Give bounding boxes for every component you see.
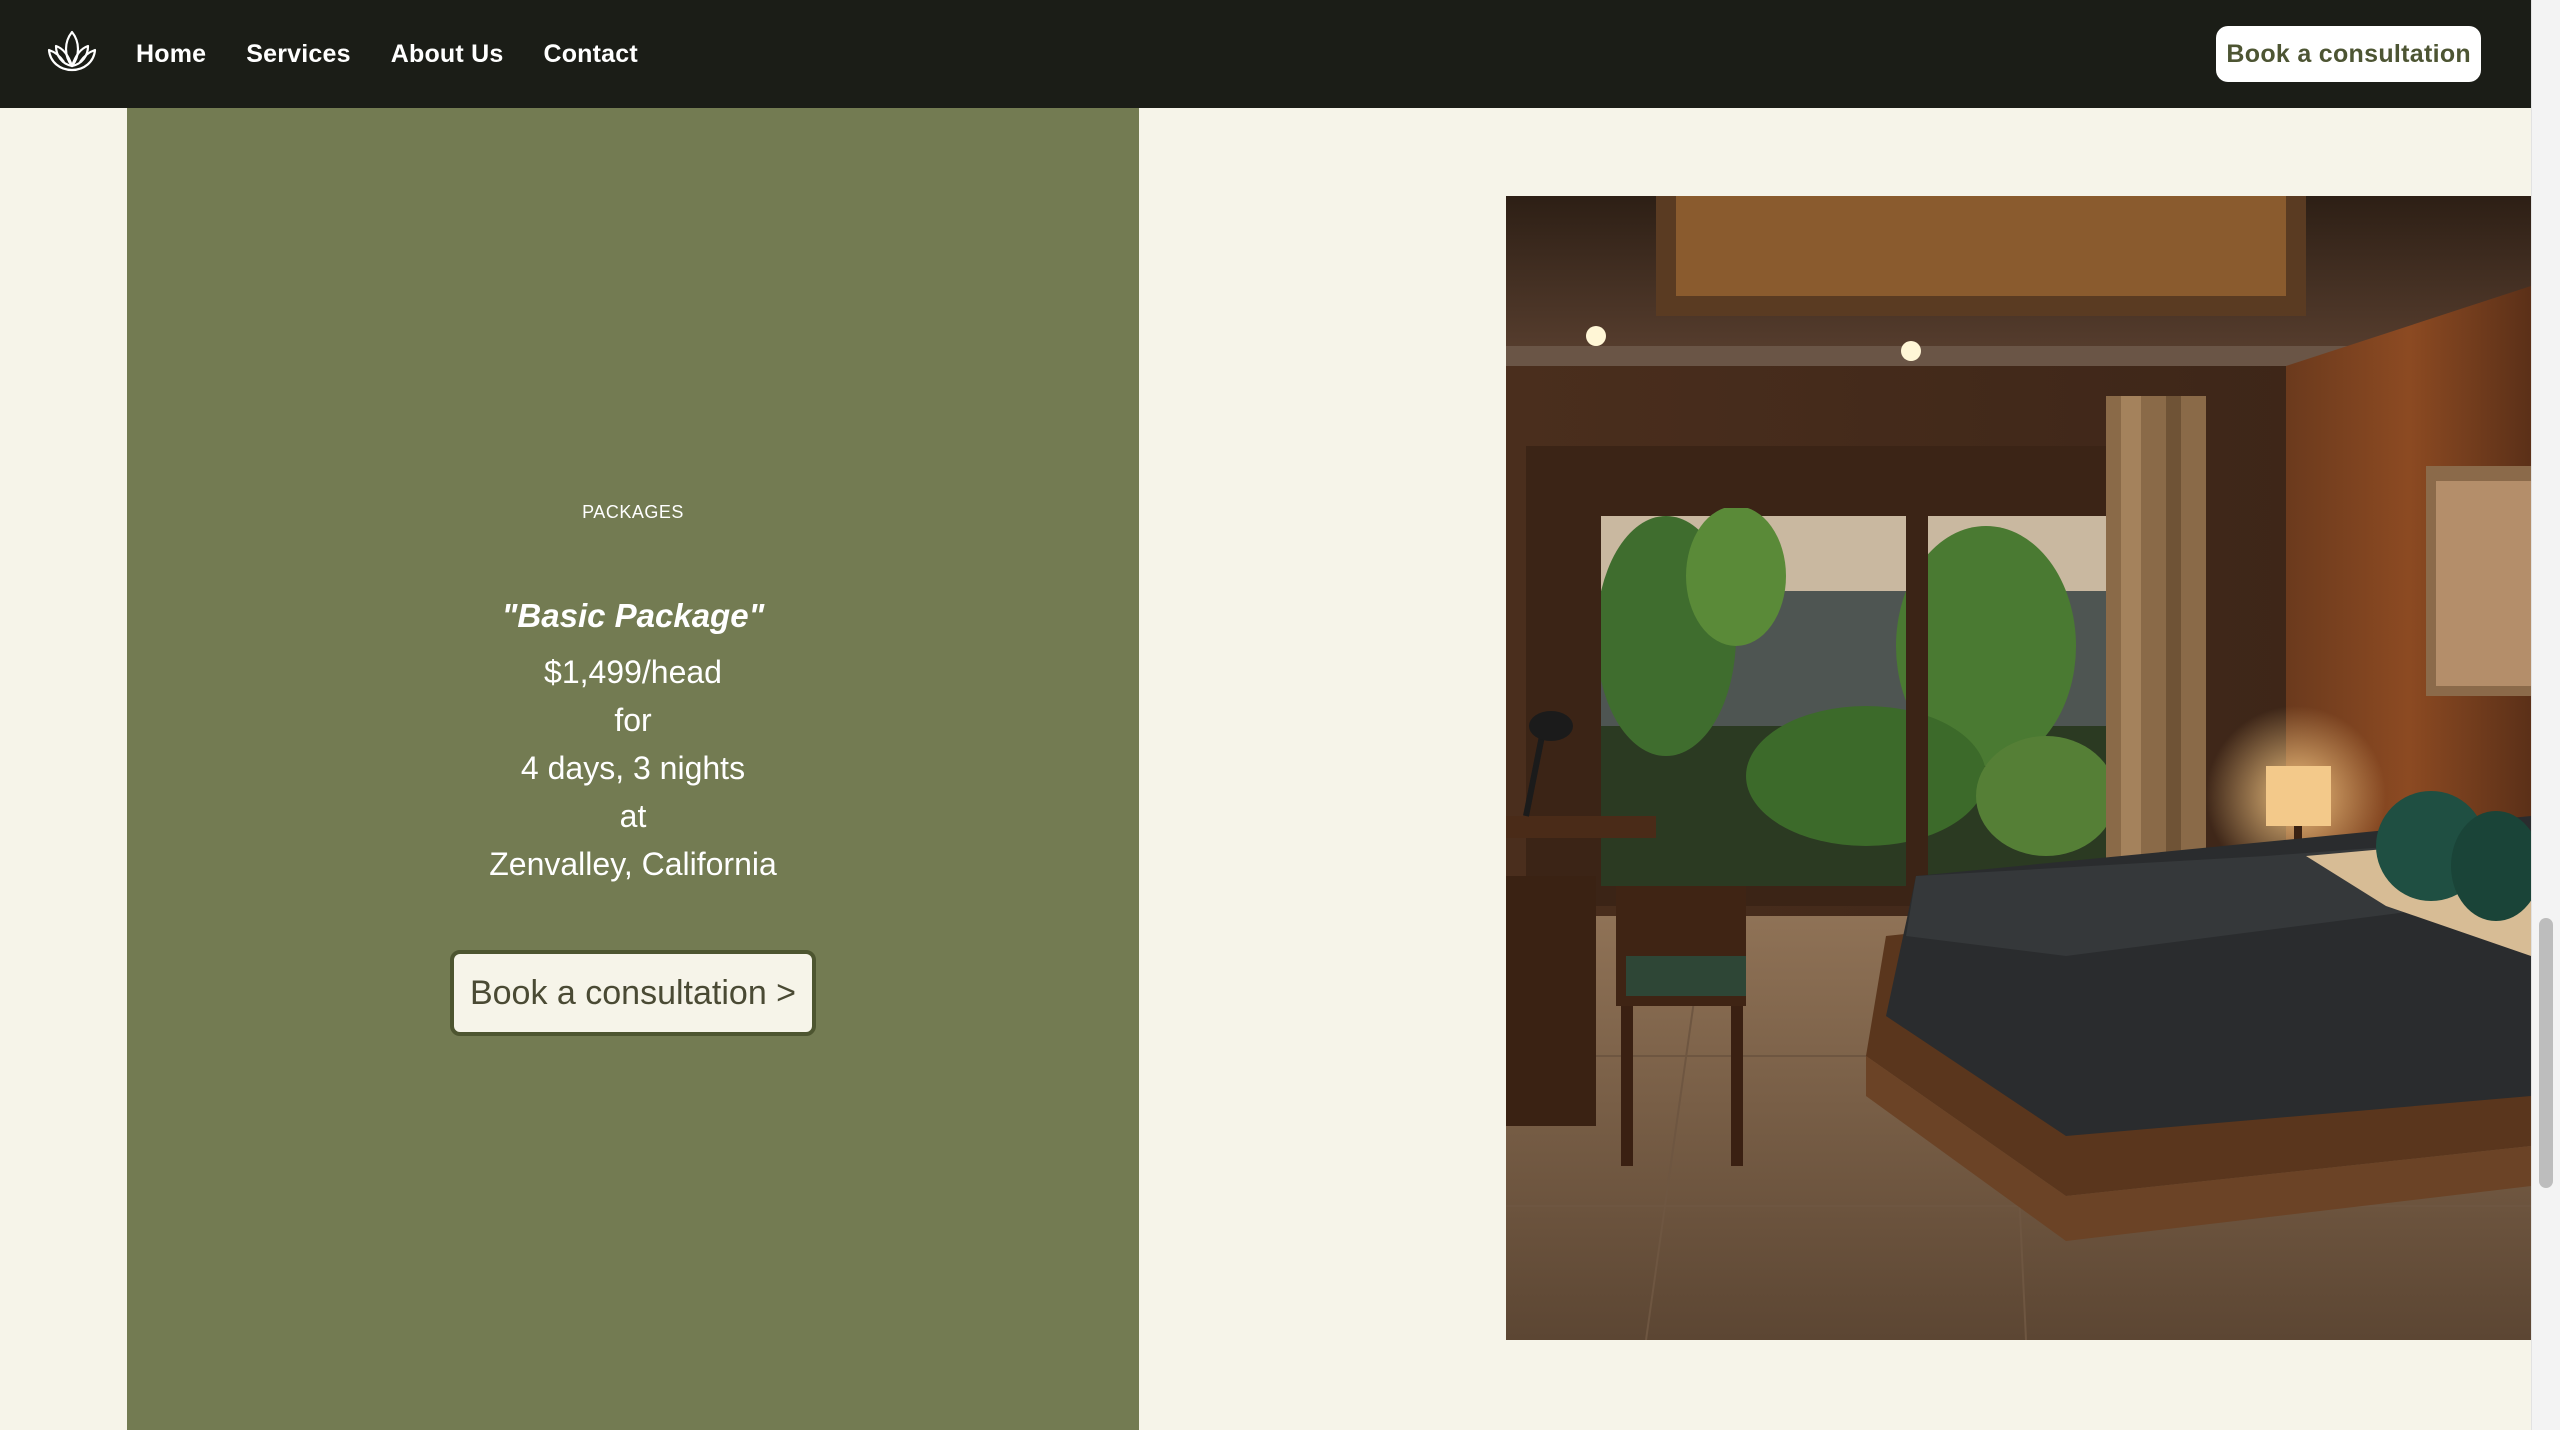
package-line-for: for bbox=[614, 702, 652, 738]
lotus-icon[interactable] bbox=[46, 26, 98, 80]
nav-link-about-us[interactable]: About Us bbox=[391, 40, 504, 69]
top-navigation-bar: Home Services About Us Contact Book a co… bbox=[0, 0, 2531, 108]
package-duration: 4 days, 3 nights bbox=[520, 750, 746, 786]
room-photo bbox=[1506, 196, 2531, 1340]
package-price: $1,499/head bbox=[544, 654, 722, 690]
section-eyebrow: PACKAGES bbox=[582, 502, 684, 522]
package-details: PACKAGES "Basic Package" $1,499/head for… bbox=[127, 494, 1139, 1036]
package-book-consultation-button[interactable]: Book a consultation > bbox=[449, 950, 817, 1036]
package-location: Zenvalley, California bbox=[489, 846, 777, 882]
scrollbar-thumb[interactable] bbox=[2539, 918, 2553, 1188]
nav-link-services[interactable]: Services bbox=[246, 40, 350, 69]
header-book-consultation-button[interactable]: Book a consultation bbox=[2216, 26, 2481, 82]
package-panel: PACKAGES "Basic Package" $1,499/head for… bbox=[127, 108, 1139, 1430]
package-line-at: at bbox=[619, 798, 647, 834]
vertical-scrollbar[interactable] bbox=[2531, 0, 2560, 1430]
nav-link-contact[interactable]: Contact bbox=[543, 40, 637, 69]
main-nav: Home Services About Us Contact bbox=[136, 0, 678, 108]
package-title: "Basic Package" bbox=[501, 597, 765, 634]
page: Home Services About Us Contact Book a co… bbox=[0, 0, 2560, 1430]
nav-link-home[interactable]: Home bbox=[136, 40, 206, 69]
